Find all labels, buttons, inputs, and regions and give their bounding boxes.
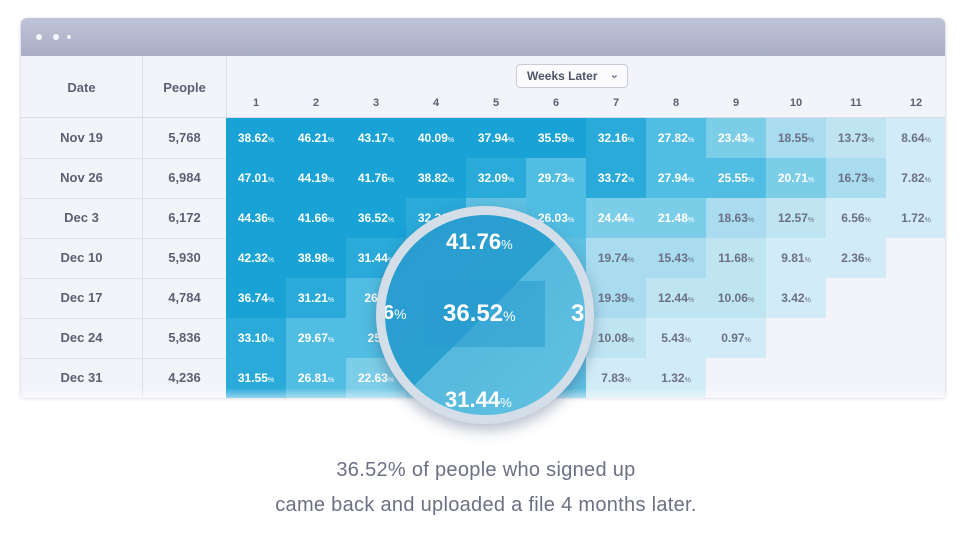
- cohort-cell: 1.72%: [886, 198, 945, 238]
- cohort-people: 4,784: [168, 290, 201, 305]
- cohort-cell: 19.39%: [586, 278, 646, 318]
- cohort-cell: 12.44%: [646, 278, 706, 318]
- cohort-cell: 32.09%: [466, 158, 526, 198]
- cohort-cell: 38.82%: [406, 158, 466, 198]
- week-header-9: 9: [732, 97, 740, 109]
- week-header-5: 5: [492, 97, 500, 109]
- magnifier-value-right-partial: 32: [571, 300, 585, 327]
- week-header-4: 4: [432, 97, 440, 109]
- caption-line-2: came back and uploaded a file 4 months l…: [275, 494, 697, 516]
- cohort-cell: 44.19%: [286, 158, 346, 198]
- cohort-cell: 41.76%: [346, 158, 406, 198]
- cohort-people: 6,984: [168, 170, 201, 185]
- window-dot-close[interactable]: [36, 34, 42, 40]
- cohort-cell: 32.16%: [586, 118, 646, 158]
- cohort-cell: 35.59%: [526, 118, 586, 158]
- cohort-date: Dec 24: [60, 330, 103, 345]
- cohort-people: 5,836: [168, 330, 201, 345]
- magnifier-value-left-partial: 6%: [385, 302, 407, 324]
- cohort-cell: 7.82%: [886, 158, 945, 198]
- cohort-date: Dec 10: [60, 250, 103, 265]
- cohort-cell: 46.21%: [286, 118, 346, 158]
- cohort-cell: 33.10%: [226, 318, 286, 358]
- cohort-cell: 47.01%: [226, 158, 286, 198]
- cohort-cell: 11.68%: [706, 238, 766, 278]
- cohort-date: Nov 19: [60, 130, 103, 145]
- week-header-12: 12: [909, 97, 923, 109]
- column-header-people: People: [163, 79, 206, 95]
- cohort-cell: 29.67%: [286, 318, 346, 358]
- cohort-cell: 40.09%: [406, 118, 466, 158]
- cohort-cell: 33.72%: [586, 158, 646, 198]
- cohort-cell: 9.81%: [766, 238, 826, 278]
- cohort-cell: 36.74%: [226, 278, 286, 318]
- cohort-cell: 25.55%: [706, 158, 766, 198]
- cohort-cell: 16.73%: [826, 158, 886, 198]
- magnifier-view: 41.76% 36.52% 31.44% 6% 32: [385, 215, 585, 415]
- cohort-cell: 2.36%: [826, 238, 886, 278]
- cohort-cell: 8.64%: [886, 118, 945, 158]
- cohort-cell: 18.55%: [766, 118, 826, 158]
- cohort-cell: 42.32%: [226, 238, 286, 278]
- cohort-cell: [886, 318, 945, 358]
- cohort-cell: 19.74%: [586, 238, 646, 278]
- cohort-cell: 41.66%: [286, 198, 346, 238]
- cohort-people: 5,768: [168, 130, 201, 145]
- window-dot-minimize[interactable]: [53, 34, 59, 40]
- cohort-cell: 43.17%: [346, 118, 406, 158]
- cohort-cell: 5.43%: [646, 318, 706, 358]
- magnifier-value-center: 36.52%: [443, 300, 516, 327]
- cohort-cell: 3.42%: [766, 278, 826, 318]
- week-header-11: 11: [850, 97, 862, 109]
- cohort-cell: 27.82%: [646, 118, 706, 158]
- cohort-cell: 21.48%: [646, 198, 706, 238]
- week-header-10: 10: [789, 97, 803, 109]
- cohort-cell: 10.08%: [586, 318, 646, 358]
- week-header-2: 2: [312, 97, 320, 109]
- cohort-cell: 38.62%: [226, 118, 286, 158]
- weeks-later-select-label: Weeks Later: [527, 69, 598, 83]
- cohort-cell: 13.73%: [826, 118, 886, 158]
- magnifier-value-top: 41.76%: [446, 229, 513, 254]
- chevron-down-icon: ⌄: [609, 69, 619, 81]
- week-header-1: 1: [252, 97, 260, 109]
- cohort-cell: 36.52%: [346, 198, 406, 238]
- cohort-cell: [886, 278, 945, 318]
- column-header-date: Date: [67, 79, 96, 95]
- week-header-7: 7: [612, 97, 620, 109]
- cohort-cell: 27.94%: [646, 158, 706, 198]
- weeks-later-select[interactable]: Weeks Later ⌄: [516, 64, 628, 88]
- cohort-cell: 15.43%: [646, 238, 706, 278]
- cohort-cell: 31.21%: [286, 278, 346, 318]
- cohort-date: Dec 17: [60, 290, 103, 305]
- cohort-cell: 29.73%: [526, 158, 586, 198]
- cohort-cell: 44.36%: [226, 198, 286, 238]
- week-header-3: 3: [372, 97, 380, 109]
- cohort-cell: 38.98%: [286, 238, 346, 278]
- cohort-cell: 24.44%: [586, 198, 646, 238]
- magnifier-lens: 41.76% 36.52% 31.44% 6% 32: [376, 206, 594, 424]
- cohort-cell: 10.06%: [706, 278, 766, 318]
- magnifier-value-bottom: 31.44%: [445, 387, 512, 412]
- cohort-cell: 23.43%: [706, 118, 766, 158]
- cohort-date: Nov 26: [60, 170, 103, 185]
- cohort-cell: 18.63%: [706, 198, 766, 238]
- cohort-people: 6,172: [168, 210, 201, 225]
- cohort-cell: 0.97%: [706, 318, 766, 358]
- cohort-cell: [766, 318, 826, 358]
- cohort-cell: 20.71%: [766, 158, 826, 198]
- cohort-cell: 37.94%: [466, 118, 526, 158]
- cohort-cell: [886, 238, 945, 278]
- week-header-6: 6: [552, 97, 560, 109]
- window-dot-zoom[interactable]: [67, 35, 71, 39]
- week-header-8: 8: [672, 97, 680, 109]
- cohort-people: 5,930: [168, 250, 201, 265]
- title-bar: [21, 18, 945, 56]
- cohort-date: Dec 3: [64, 210, 99, 225]
- cohort-cell: 12.57%: [766, 198, 826, 238]
- cohort-cell: 6.56%: [826, 198, 886, 238]
- caption-line-1: 36.52% of people who signed up: [336, 459, 636, 481]
- cohort-cell: [826, 318, 886, 358]
- cohort-cell: [826, 278, 886, 318]
